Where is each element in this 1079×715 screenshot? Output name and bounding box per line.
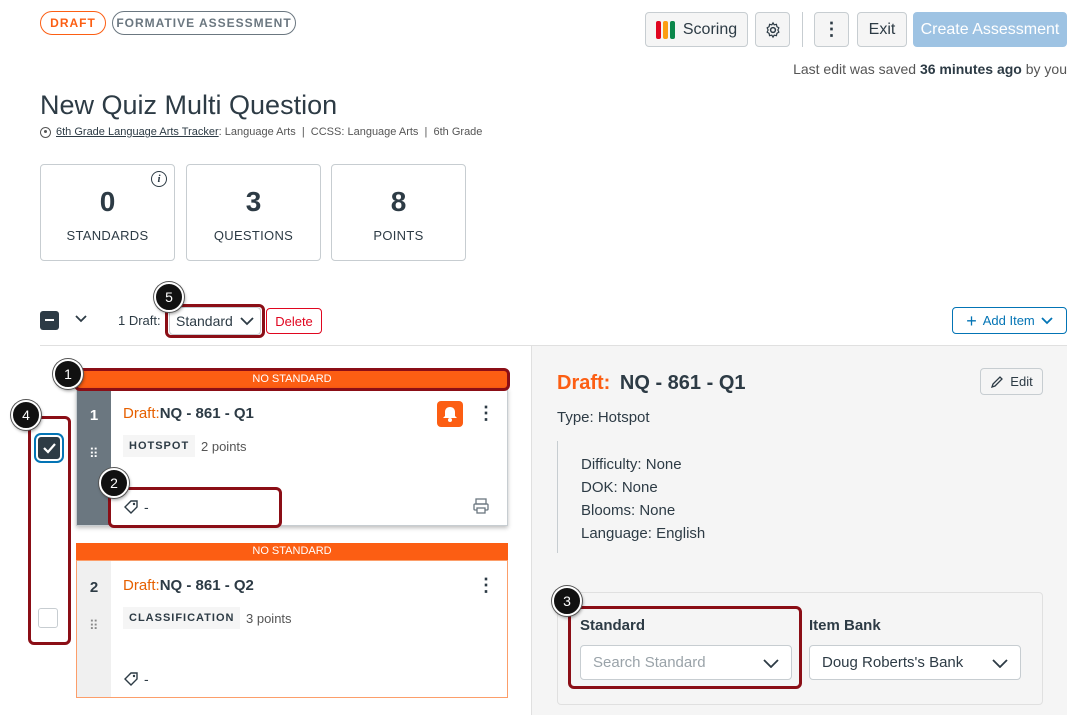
stat-points: 8 POINTS (331, 164, 466, 261)
detail-type: Type: Hotspot (557, 409, 650, 426)
callout-marker-2: 2 (99, 468, 129, 498)
callout-box-standard-select (165, 304, 265, 338)
callout-box-tags (108, 487, 282, 528)
question-points: 3 points (246, 611, 292, 626)
detail-metadata: Difficulty: None DOK: None Blooms: None … (557, 441, 705, 553)
question-card-2[interactable]: 2 ⠿ Draft:NQ - 861 - Q2 ⋮ CLASSIFICATION… (76, 560, 508, 698)
assessment-type-pill: FORMATIVE ASSESSMENT (112, 11, 296, 35)
stat-label: POINTS (373, 228, 424, 243)
save-suffix: by you (1021, 61, 1067, 77)
scoring-label: Scoring (682, 20, 738, 38)
add-item-button[interactable]: + Add Item (952, 307, 1067, 334)
question-number: 2 (89, 579, 99, 596)
print-icon[interactable] (472, 497, 490, 520)
item-bank-select[interactable]: Doug Roberts's Bank (809, 645, 1021, 680)
question-type-tag: CLASSIFICATION (123, 607, 241, 629)
question-title[interactable]: Draft:NQ - 861 - Q1 (123, 405, 254, 422)
exit-button[interactable]: Exit (857, 12, 907, 47)
question-menu-icon[interactable]: ⋮ (477, 575, 495, 596)
save-status: Last edit was saved 36 minutes ago by yo… (700, 61, 1067, 77)
target-icon (40, 126, 51, 138)
callout-box-checkboxes (28, 416, 71, 645)
info-icon[interactable]: i (151, 171, 167, 187)
blooms-line: Blooms: None (581, 502, 676, 519)
dok-line: DOK: None (581, 479, 658, 496)
bulk-chevron-down-icon[interactable] (75, 311, 87, 327)
draft-label: Draft: (123, 405, 160, 422)
stat-value: 0 (99, 186, 116, 217)
save-prefix: Last edit was saved (793, 61, 920, 77)
plus-icon: + (966, 310, 977, 331)
create-assessment-button[interactable]: Create Assessment (913, 12, 1067, 47)
edit-label: Edit (1010, 374, 1033, 389)
select-all-checkbox[interactable] (40, 311, 59, 330)
scoring-bars-icon (655, 20, 675, 39)
stat-value: 3 (245, 186, 262, 217)
tags-value: - (144, 671, 149, 687)
chevron-down-icon (1041, 316, 1053, 324)
detail-draft-label: Draft: (557, 372, 611, 394)
kebab-icon: ⋮ (822, 19, 841, 39)
question-type-tag: HOTSPOT (123, 435, 196, 457)
stat-questions: 3 QUESTIONS (186, 164, 321, 261)
stat-value: 8 (390, 186, 407, 217)
no-standard-banner: NO STANDARD (76, 543, 508, 560)
tracker-meta: : Language Arts | CCSS: Language Arts | … (218, 126, 483, 138)
stat-label: QUESTIONS (213, 228, 294, 243)
scoring-button[interactable]: Scoring (645, 12, 748, 47)
stat-label: STANDARDS (66, 228, 149, 243)
pencil-icon (991, 375, 1004, 388)
settings-button[interactable] (755, 12, 790, 47)
chevron-down-icon (992, 658, 1008, 668)
question-number-cell: 2 ⠿ (77, 561, 111, 697)
tags-row: - (123, 671, 149, 687)
header-divider (802, 12, 803, 47)
minus-icon (45, 319, 54, 321)
tracker-line: 6th Grade Language Arts Tracker : Langua… (40, 126, 482, 138)
item-bank-value: Doug Roberts's Bank (822, 654, 964, 671)
callout-marker-4: 4 (11, 400, 41, 430)
save-time: 36 minutes ago (919, 61, 1022, 77)
add-item-label: Add Item (982, 313, 1035, 328)
more-options-button[interactable]: ⋮ (814, 12, 849, 47)
question-menu-icon[interactable]: ⋮ (477, 403, 495, 424)
stat-standards: i 0 STANDARDS (40, 164, 175, 261)
question-number-cell: 1 ⠿ (77, 389, 111, 525)
question-points: 2 points (201, 439, 247, 454)
draft-count-label: 1 Draft: (118, 313, 161, 328)
bell-icon[interactable] (437, 401, 463, 427)
callout-box-standard-field (568, 606, 802, 689)
draft-label: Draft: (123, 577, 160, 594)
question-number: 1 (89, 407, 99, 424)
detail-title: Draft: NQ - 861 - Q1 (557, 372, 746, 395)
language-line: Language: English (581, 525, 706, 542)
callout-marker-3: 3 (552, 586, 582, 616)
page-title: New Quiz Multi Question (40, 90, 338, 120)
drag-handle-icon[interactable]: ⠿ (89, 619, 99, 632)
tag-icon (124, 672, 138, 686)
callout-box-banner (74, 368, 510, 391)
tracker-link[interactable]: 6th Grade Language Arts Tracker (56, 126, 219, 138)
callout-marker-1: 1 (53, 359, 83, 389)
detail-question-name: NQ - 861 - Q1 (619, 372, 746, 394)
edit-button[interactable]: Edit (980, 368, 1043, 395)
delete-button[interactable]: Delete (266, 308, 322, 334)
drag-handle-icon[interactable]: ⠿ (89, 447, 99, 460)
question-title[interactable]: Draft:NQ - 861 - Q2 (123, 577, 254, 594)
question-name: NQ - 861 - Q2 (159, 577, 254, 594)
question-name: NQ - 861 - Q1 (159, 405, 254, 422)
callout-marker-5: 5 (154, 282, 184, 312)
draft-status-pill: DRAFT (40, 11, 106, 35)
difficulty-line: Difficulty: None (581, 456, 682, 473)
item-bank-field-label: Item Bank (809, 617, 881, 634)
gear-icon (765, 21, 780, 38)
